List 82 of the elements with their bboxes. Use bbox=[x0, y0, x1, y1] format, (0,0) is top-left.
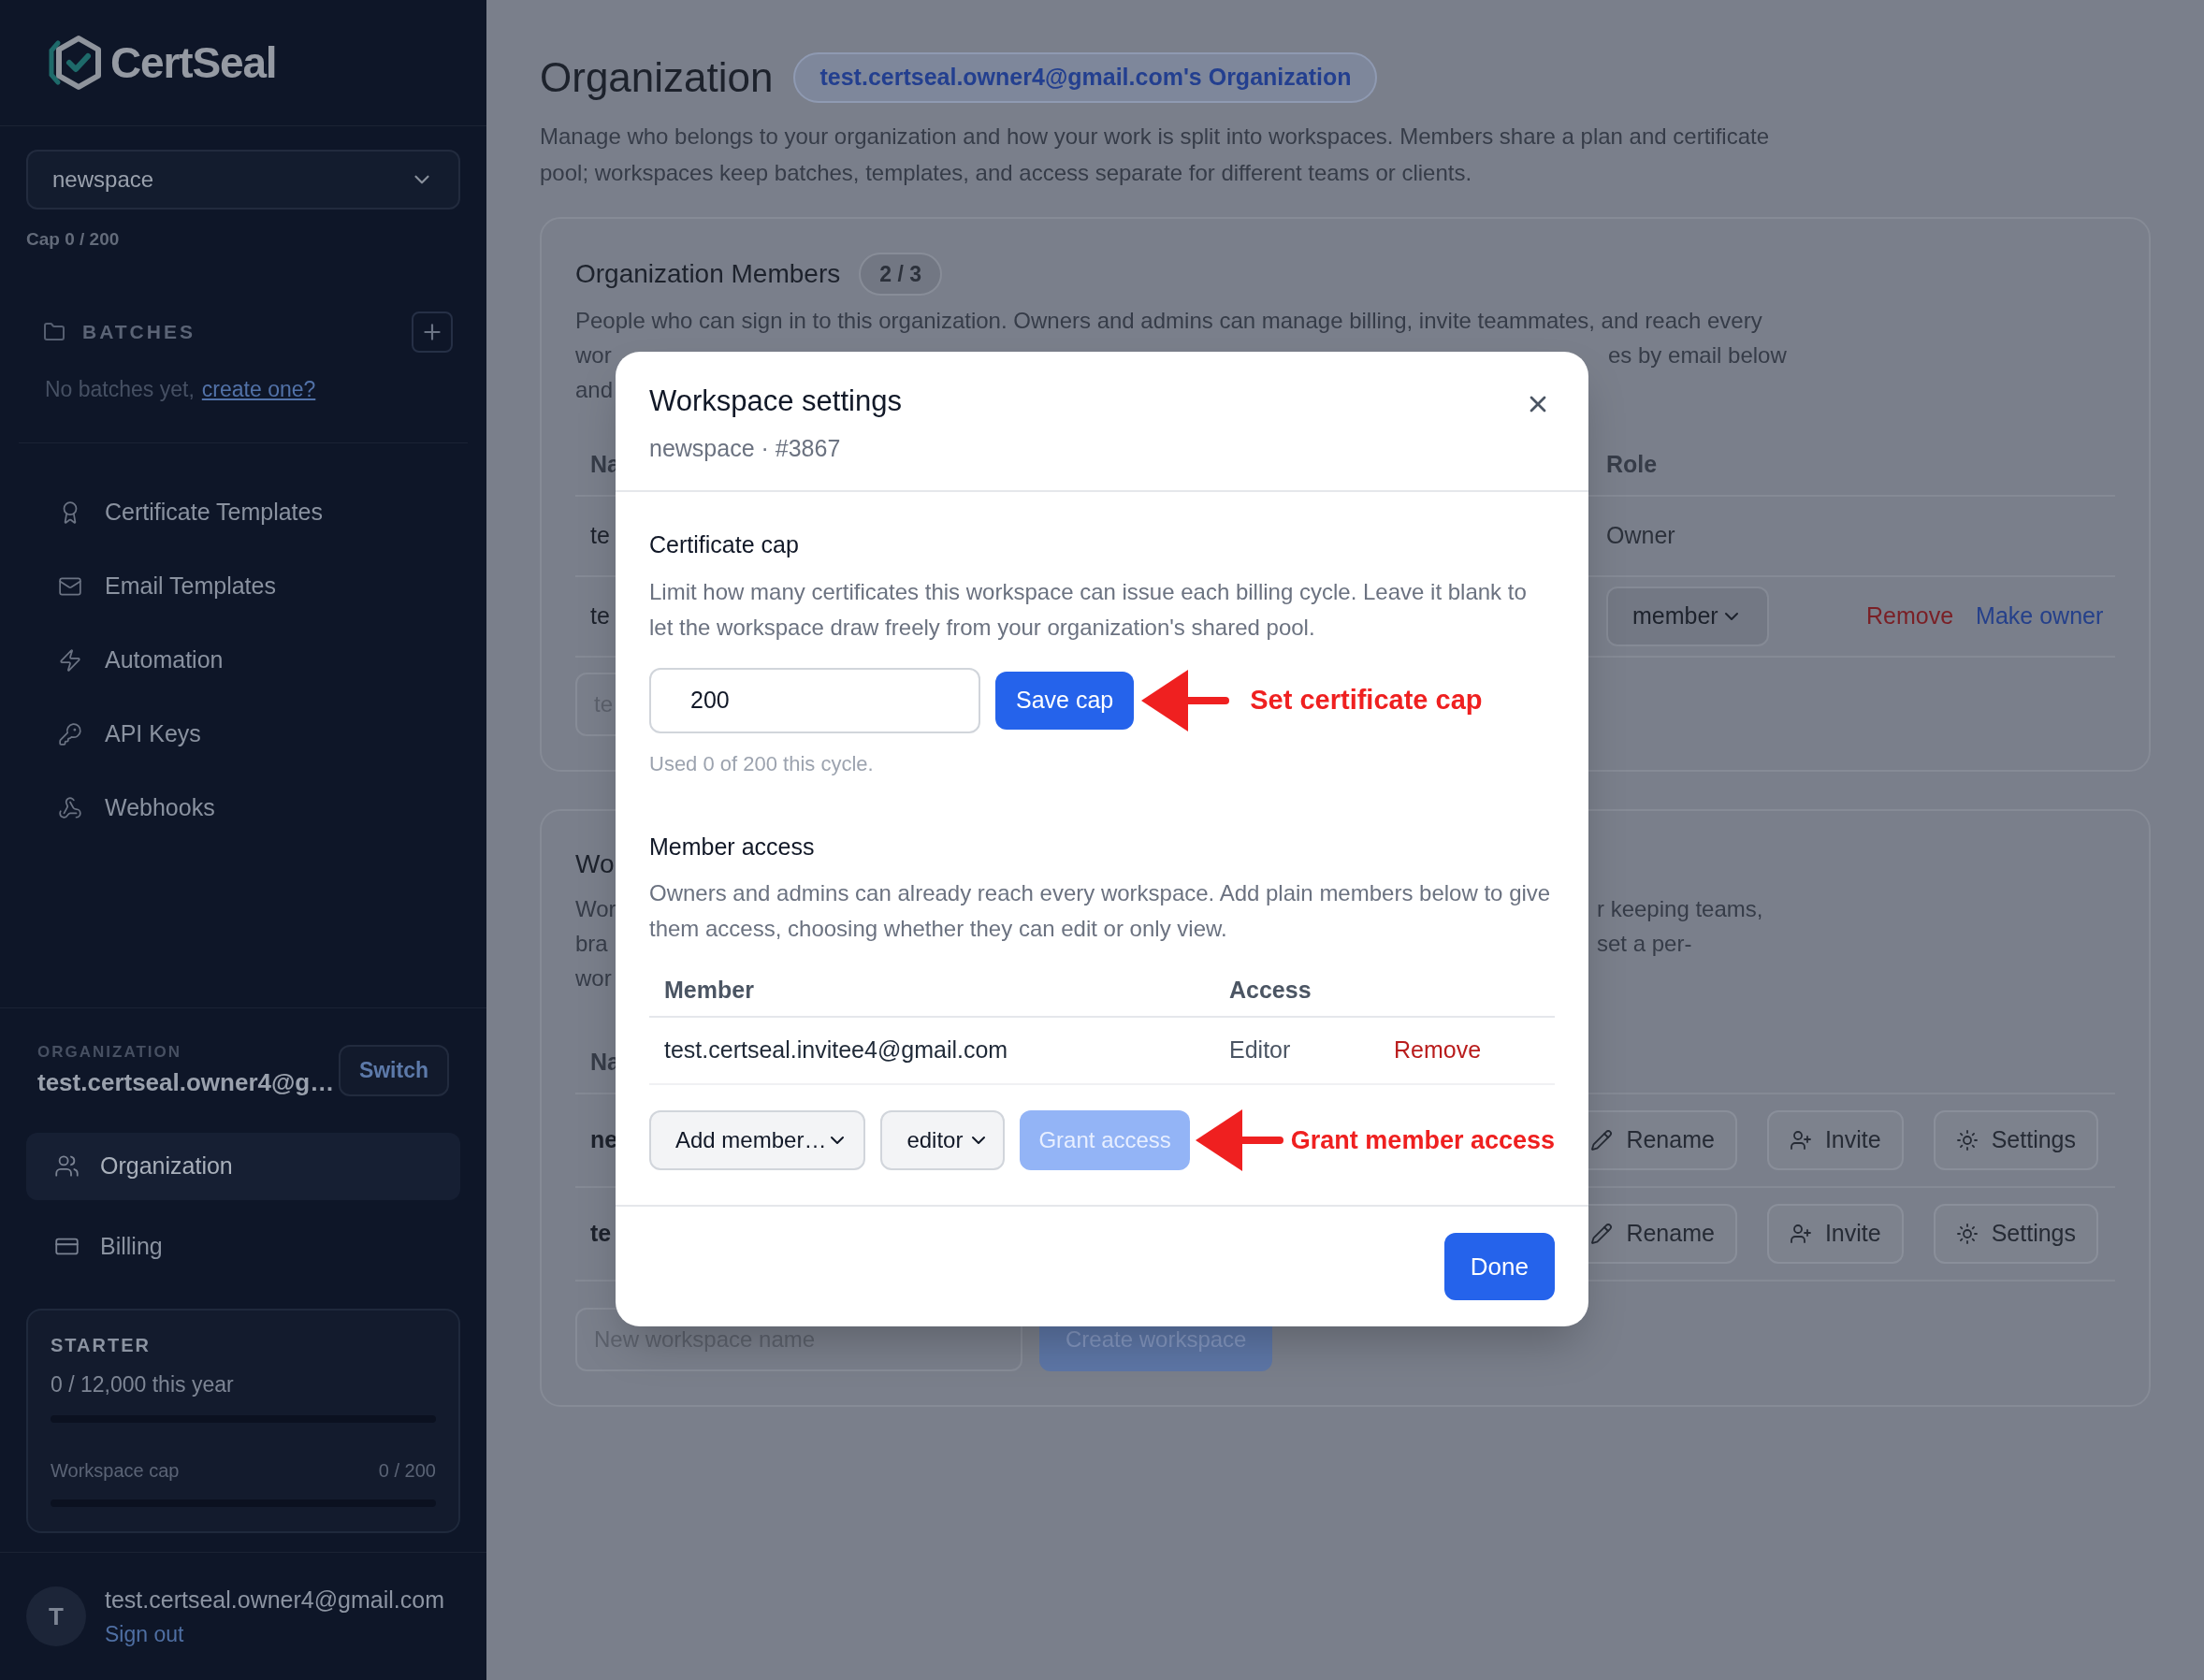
sun-icon bbox=[1955, 1129, 1979, 1151]
nav-item[interactable]: Automation bbox=[26, 623, 460, 697]
create-batch-link[interactable]: create one? bbox=[201, 372, 316, 405]
add-batch-button[interactable] bbox=[412, 311, 453, 353]
remove-link[interactable]: Remove bbox=[1866, 599, 1954, 634]
member-select[interactable]: Add member… bbox=[649, 1110, 866, 1170]
organization-label: ORGANIZATION bbox=[37, 1042, 182, 1063]
description-text: and bbox=[575, 376, 614, 404]
avatar: T bbox=[26, 1586, 86, 1646]
description-text: wor bbox=[575, 964, 612, 992]
plan-name: STARTER bbox=[51, 1333, 152, 1357]
sun-icon bbox=[1955, 1223, 1979, 1245]
workspace-action-button[interactable]: Settings bbox=[1933, 1110, 2098, 1170]
workspace-action-button[interactable]: Invite bbox=[1766, 1110, 1904, 1170]
make-owner-link[interactable]: Make owner bbox=[1976, 599, 2104, 634]
column-header: Member bbox=[663, 976, 755, 1006]
cap-text: Cap 0 / 200 bbox=[26, 228, 121, 251]
plan-usage: 0 / 12,000 this year bbox=[51, 1370, 235, 1398]
cap-field[interactable]: 200 bbox=[649, 667, 980, 733]
dialog-title: Workspace settings bbox=[649, 384, 902, 419]
nav-item[interactable]: Certificate Templates bbox=[26, 475, 460, 549]
section-description: Owners and admins can already reach every workspace. Add plain members below to give them access, choosing whether they can edit or only view. bbox=[649, 879, 1552, 943]
pencil-icon bbox=[1590, 1223, 1614, 1245]
workspace-name: te bbox=[590, 1219, 612, 1249]
dialog-subtitle: newspace · #3867 bbox=[649, 433, 842, 463]
access-cell-text: Editor bbox=[1229, 1036, 1292, 1065]
user-plus-icon bbox=[1789, 1129, 1812, 1151]
section-description: Limit how many certificates this workspace can issue each billing cycle. Leave it blank to let the workspace draw freely from your organization's shared pool. bbox=[649, 577, 1528, 642]
description-text: wor bbox=[575, 341, 612, 369]
nav-item[interactable]: Billing bbox=[26, 1212, 460, 1281]
done-button[interactable]: Done bbox=[1443, 1233, 1555, 1300]
table-cell: te bbox=[590, 602, 610, 630]
workspace-select[interactable]: newspace bbox=[26, 150, 460, 210]
description-text: Wor bbox=[575, 895, 616, 923]
nav-item[interactable]: Webhooks bbox=[26, 771, 460, 845]
workspace-action-button[interactable]: Settings bbox=[1933, 1204, 2098, 1264]
annotation-text: Set certificate cap bbox=[1250, 683, 1483, 717]
cap-usage-text: Used 0 of 200 this cycle. bbox=[649, 750, 875, 777]
member-count: 2 / 3 bbox=[859, 253, 942, 296]
section-title: Member access bbox=[649, 832, 816, 862]
cap-reading: 0 / 200 bbox=[378, 1459, 436, 1483]
webhook-icon bbox=[58, 795, 82, 820]
description-text: set a per- bbox=[1597, 930, 1692, 958]
workspace-name: ne bbox=[590, 1125, 618, 1155]
page-description: Manage who belongs to your organization and how your work is split into workspaces. Members share a plan and certificate pool; workspaces keep batches, templates, and access separate for different teams or clients. bbox=[540, 123, 1771, 187]
key-icon bbox=[58, 721, 82, 746]
user-email: test.certseal.owner4@gmail.com bbox=[105, 1586, 444, 1615]
description-text: People who can sign in to this organization. Owners and admins can manage billing, invite teammates, and reach every bbox=[575, 307, 1762, 335]
role-cell-text: Owner bbox=[1606, 521, 1675, 551]
nav-item[interactable]: Organization bbox=[26, 1132, 460, 1200]
column-header: Role bbox=[1606, 450, 1658, 480]
description-text: r keeping teams, bbox=[1597, 895, 1763, 923]
role-select[interactable]: member bbox=[1606, 587, 1769, 646]
page-title: Organization bbox=[540, 53, 774, 102]
description-text: es by email below bbox=[1608, 341, 1787, 369]
save-cap-button[interactable]: Save cap bbox=[995, 671, 1135, 730]
sign-out-link[interactable]: Sign out bbox=[105, 1617, 444, 1650]
brand-name: CertSeal bbox=[110, 36, 277, 89]
cap-label: Workspace cap bbox=[51, 1459, 180, 1483]
remove-link[interactable]: Remove bbox=[1394, 1033, 1482, 1068]
card-title: Organization Members bbox=[575, 258, 841, 290]
nav-item[interactable]: Email Templates bbox=[26, 549, 460, 623]
section-title: Certificate cap bbox=[649, 530, 800, 559]
description-text: bra bbox=[575, 930, 608, 958]
users-icon bbox=[54, 1153, 80, 1179]
pencil-icon bbox=[1590, 1129, 1614, 1151]
organization-badge: test.certseal.owner4@gmail.com's Organization bbox=[793, 52, 1378, 103]
nav-item[interactable]: API Keys bbox=[26, 697, 460, 771]
folder-icon bbox=[43, 320, 65, 343]
organization-name: test.certseal.owner4@g… bbox=[37, 1066, 335, 1098]
table-cell: te bbox=[590, 522, 610, 549]
user-plus-icon bbox=[1789, 1223, 1812, 1245]
card-title: Wo bbox=[575, 849, 615, 878]
column-header: Access bbox=[1229, 976, 1312, 1006]
switch-button[interactable]: Switch bbox=[338, 1044, 449, 1096]
annotation-text: Grant member access bbox=[1290, 1124, 1555, 1156]
lightning-icon bbox=[58, 647, 82, 673]
batches-heading: BATCHES bbox=[82, 319, 196, 344]
access-select[interactable]: editor bbox=[880, 1110, 1006, 1170]
member-email: test.certseal.invitee4@gmail.com bbox=[663, 1036, 1009, 1065]
empty-batches-text: No batches yet, bbox=[45, 375, 195, 403]
workspace-action-button[interactable]: Invite bbox=[1766, 1204, 1904, 1264]
